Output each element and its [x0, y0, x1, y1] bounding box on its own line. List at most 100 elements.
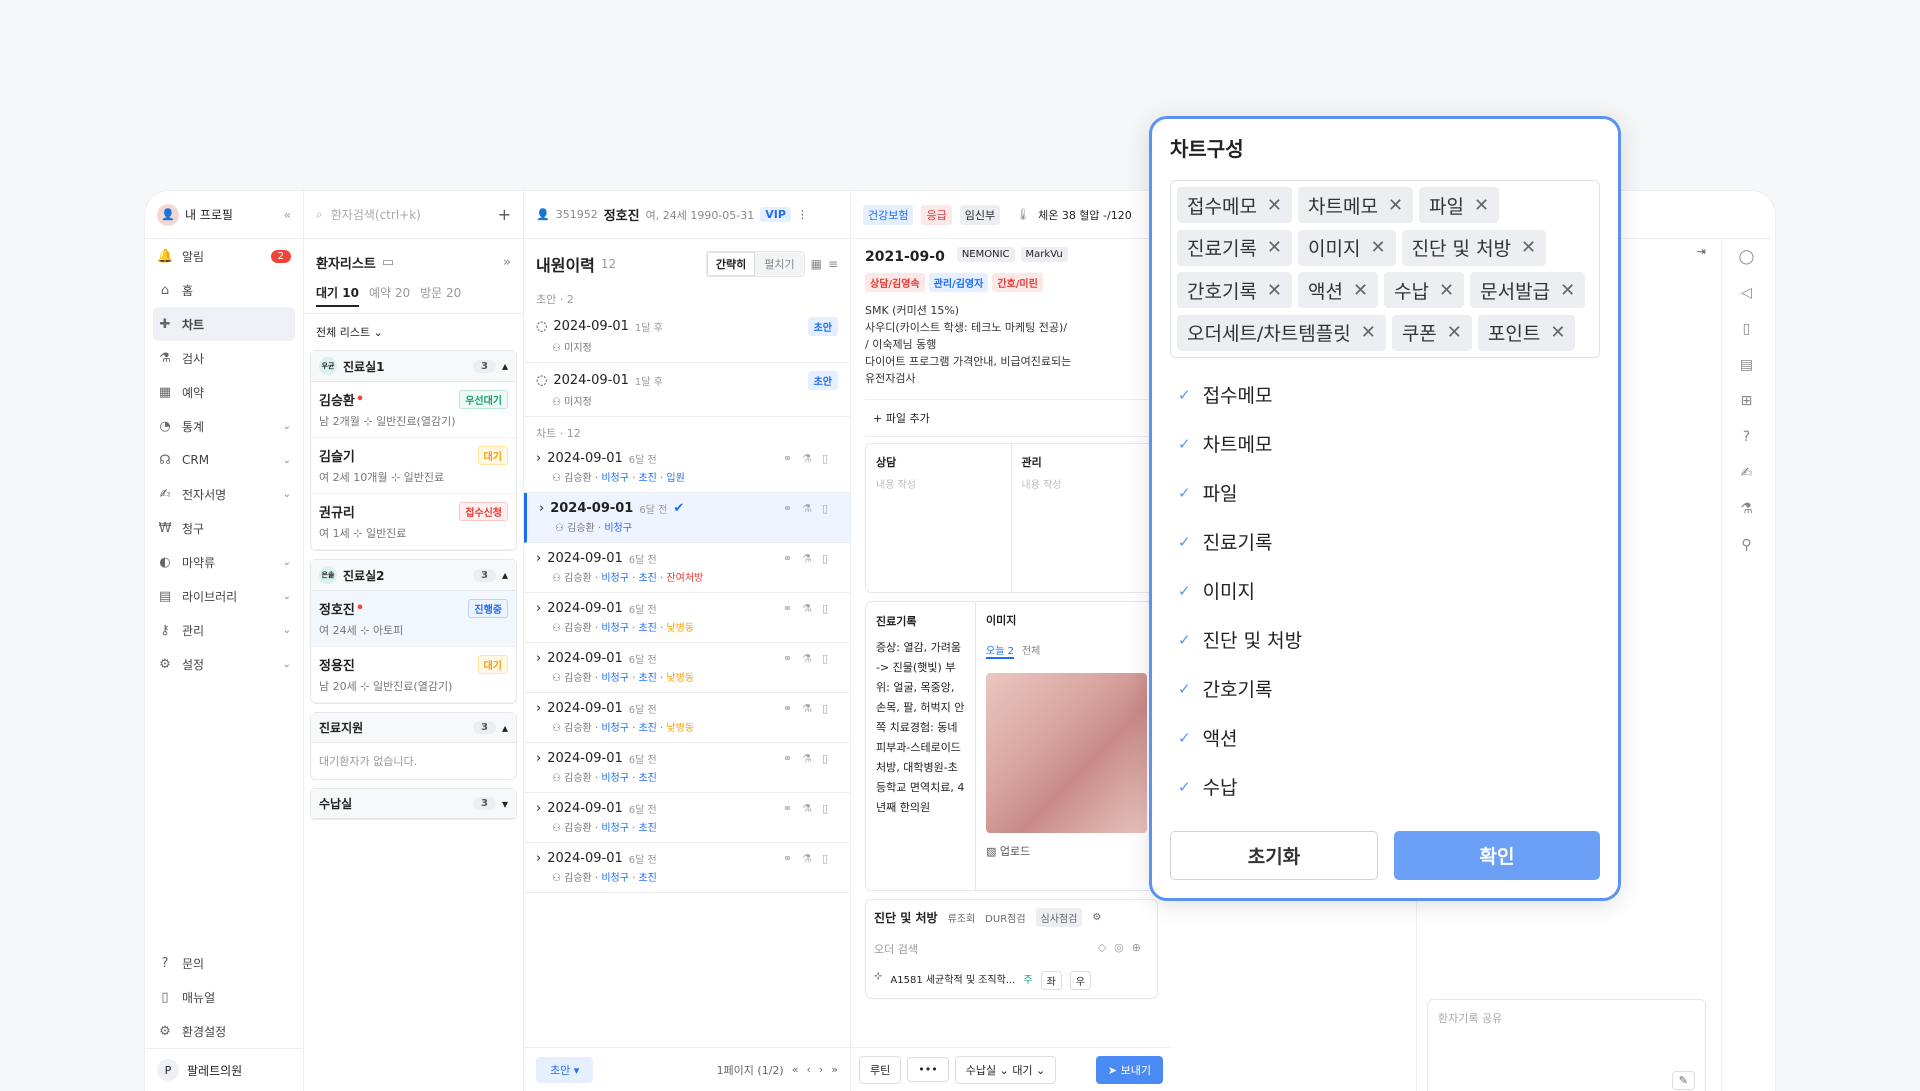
expand-icon[interactable]: › [536, 451, 541, 466]
option-item[interactable]: ✓ 파일 [1170, 468, 1600, 517]
profile[interactable]: 👤 내 프로필 « [145, 191, 303, 239]
selected-tag[interactable]: 오더세트/차트템플릿 ✕ [1177, 314, 1386, 351]
list-filter[interactable]: 전체 리스트 ⌄ [304, 314, 523, 350]
chart-action-icons[interactable]: ⚭⚗▯ [783, 752, 838, 765]
image-tab-all[interactable]: 전체 [1022, 642, 1040, 659]
selected-tag[interactable]: 액션 ✕ [1298, 272, 1379, 308]
selected-tag[interactable]: 차트메모 ✕ [1298, 187, 1414, 223]
order-search-input[interactable]: 오더 검색 ◇◎⊕ [874, 941, 1149, 957]
draft-item[interactable]: ◌ 2024-09-01 1달 후 초안 ⚇ 미지정 [524, 309, 850, 363]
chart-action-icons[interactable]: ⚭⚗▯ [783, 652, 838, 665]
close-icon[interactable]: ✕ [1521, 237, 1536, 258]
monitor-icon[interactable]: ▭ [382, 255, 394, 270]
patient-photo[interactable] [986, 673, 1147, 833]
stamp-icon[interactable]: ⚲ [1722, 527, 1771, 563]
rx-tool[interactable]: DUR점검 [985, 910, 1025, 925]
expand-icon[interactable]: › [539, 501, 544, 516]
last-page-icon[interactable]: » [831, 1063, 838, 1076]
expand-icon[interactable]: » [503, 255, 511, 270]
chart-action-icons[interactable]: ⚭⚗▯ [783, 552, 838, 565]
option-item[interactable]: ✓ 차트메모 [1170, 419, 1600, 468]
room-header[interactable]: 수납실 3 ▾ [311, 789, 516, 819]
search-input[interactable]: 환자검색(ctrl+k) [331, 206, 421, 223]
room-select[interactable]: 수납실 ⌄ 대기 ⌄ [954, 1055, 1057, 1084]
expand-icon[interactable]: › [536, 851, 541, 866]
option-item[interactable]: ✓ 수납 [1170, 762, 1600, 811]
gear-icon[interactable]: ⚙ [1092, 912, 1101, 923]
help-icon[interactable]: ? [1722, 419, 1771, 455]
option-item[interactable]: ✓ 접수메모 [1170, 370, 1600, 419]
patient-row[interactable]: 김슬기 대기 여 2세 10개월 ⊹ 일반진료 [311, 438, 516, 494]
chevron-icon[interactable]: ▴ [502, 721, 508, 735]
sign-icon[interactable]: ✍ [1722, 455, 1771, 491]
option-item[interactable]: ✓ 진료기록 [1170, 517, 1600, 566]
chart-item[interactable]: › 2024-09-01 6달 전 ⚭⚗▯ ⚇ 김승환 · 비청구 · 초진 [524, 793, 850, 843]
note-icon[interactable]: ▤ [1722, 347, 1771, 383]
selected-tag[interactable]: 이미지 ✕ [1298, 229, 1396, 266]
order-tool-icons[interactable]: ◇◎⊕ [1098, 941, 1149, 957]
close-icon[interactable]: ✕ [1550, 322, 1565, 343]
chart-action-icons[interactable]: ⚭⚗▯ [783, 702, 838, 715]
rx-tool[interactable]: 류조회 [948, 910, 976, 925]
option-item[interactable]: ✓ 액션 [1170, 713, 1600, 762]
chart-action-icons[interactable]: ⚭⚗▯ [783, 502, 838, 515]
filter-icon[interactable]: ≡ [828, 257, 838, 271]
prev-page-icon[interactable]: ‹ [806, 1063, 810, 1076]
sidebar-bottom-item[interactable]: ? 문의 [145, 946, 303, 980]
sidebar-item[interactable]: ✍ 전자서명 ⌄ [145, 477, 303, 511]
add-patient-icon[interactable]: + [498, 205, 511, 224]
option-item[interactable]: ✓ 이미지 [1170, 566, 1600, 615]
selected-tag[interactable]: 진단 및 처방 ✕ [1401, 229, 1547, 266]
selected-tag[interactable]: 접수메모 ✕ [1177, 187, 1293, 223]
image-tab-today[interactable]: 오늘 2 [986, 642, 1014, 659]
selected-tag[interactable]: 포인트 ✕ [1477, 314, 1576, 351]
sidebar-item[interactable]: ⌂ 홈 [145, 273, 303, 307]
more-icon[interactable]: ⋮ [797, 208, 808, 221]
sidebar-item[interactable]: ⚗ 검사 [145, 341, 303, 375]
room-header[interactable]: 진료지원 3 ▴ [311, 713, 516, 743]
selected-tag[interactable]: 파일 ✕ [1419, 187, 1500, 223]
more-button[interactable]: ••• [907, 1057, 949, 1082]
chevron-icon[interactable]: ▴ [502, 568, 508, 582]
confirm-button[interactable]: 확인 [1394, 831, 1600, 880]
collapse-icon[interactable]: « [284, 208, 291, 222]
expand-icon[interactable]: › [536, 551, 541, 566]
patient-list-tab[interactable]: 방문 20 [420, 284, 461, 307]
chart-action-icons[interactable]: ⚭⚗▯ [783, 452, 838, 465]
chart-item[interactable]: › 2024-09-01 6달 전 ⚭⚗▯ ⚇ 김승환 · 비청구 · 초진 · 낮병동 [524, 693, 850, 743]
chart-action-icons[interactable]: ⚭⚗▯ [783, 852, 838, 865]
chart-item[interactable]: › 2024-09-01 6달 전 ⚭⚗▯ ⚇ 김승환 · 비청구 · 초진 · 낮병동 [524, 593, 850, 643]
patient-list-tab[interactable]: 대기 10 [316, 284, 359, 307]
chat-icon[interactable]: ◯ [1722, 239, 1771, 275]
chart-item[interactable]: › 2024-09-01 6달 전 ⚭⚗▯ ⚇ 김승환 · 비청구 · 초진 · 잔여처… [524, 543, 850, 593]
chart-action-icons[interactable]: ⚭⚗▯ [783, 602, 838, 615]
sidebar-bottom-item[interactable]: ⚙ 환경설정 [145, 1014, 303, 1048]
share-record-input[interactable]: 환자기록 공유 ✎ [1427, 999, 1706, 1091]
calendar-icon[interactable]: ▦ [811, 257, 822, 271]
routine-button[interactable]: 루틴 [859, 1055, 902, 1084]
room-header[interactable]: 은솔 진료실2 3 ▴ [311, 560, 516, 591]
view-brief-button[interactable]: 간략히 [706, 252, 756, 276]
close-icon[interactable]: ✕ [1267, 237, 1282, 258]
close-icon[interactable]: ✕ [1361, 322, 1376, 343]
close-icon[interactable]: ✕ [1267, 280, 1282, 301]
patient-row[interactable]: 김승환 • 우선대기 남 2개월 ⊹ 일반진료(열감기) [311, 382, 516, 438]
sidebar-item[interactable]: 🔔 알림 2 [145, 239, 303, 273]
rx-tool[interactable]: 심사점검 [1035, 908, 1083, 927]
close-icon[interactable]: ✕ [1439, 280, 1454, 301]
sidebar-item[interactable]: ⚙ 설정 ⌄ [145, 647, 303, 681]
next-page-icon[interactable]: › [819, 1063, 823, 1076]
selected-tag[interactable]: 진료기록 ✕ [1177, 229, 1293, 266]
sidebar-item[interactable]: ⚷ 관리 ⌄ [145, 613, 303, 647]
expand-icon[interactable]: › [536, 801, 541, 816]
upload-button[interactable]: ▧ 업로드 [986, 843, 1147, 859]
expand-icon[interactable]: › [536, 701, 541, 716]
close-icon[interactable]: ✕ [1560, 280, 1575, 301]
chart-item[interactable]: › 2024-09-01 6달 전 ⚭⚗▯ ⚇ 김승환 · 비청구 · 초진 · 낮병동 [524, 643, 850, 693]
patient-list-tab[interactable]: 예약 20 [369, 284, 410, 307]
expand-icon[interactable]: › [536, 601, 541, 616]
selected-tag[interactable]: 수납 ✕ [1384, 272, 1465, 308]
room-header[interactable]: 우균 진료실1 3 ▴ [311, 351, 516, 382]
chart-item[interactable]: › 2024-09-01 6달 전 ⚭⚗▯ ⚇ 김승환 · 비청구 · 초진 [524, 743, 850, 793]
right-button[interactable]: 우 [1069, 971, 1091, 990]
